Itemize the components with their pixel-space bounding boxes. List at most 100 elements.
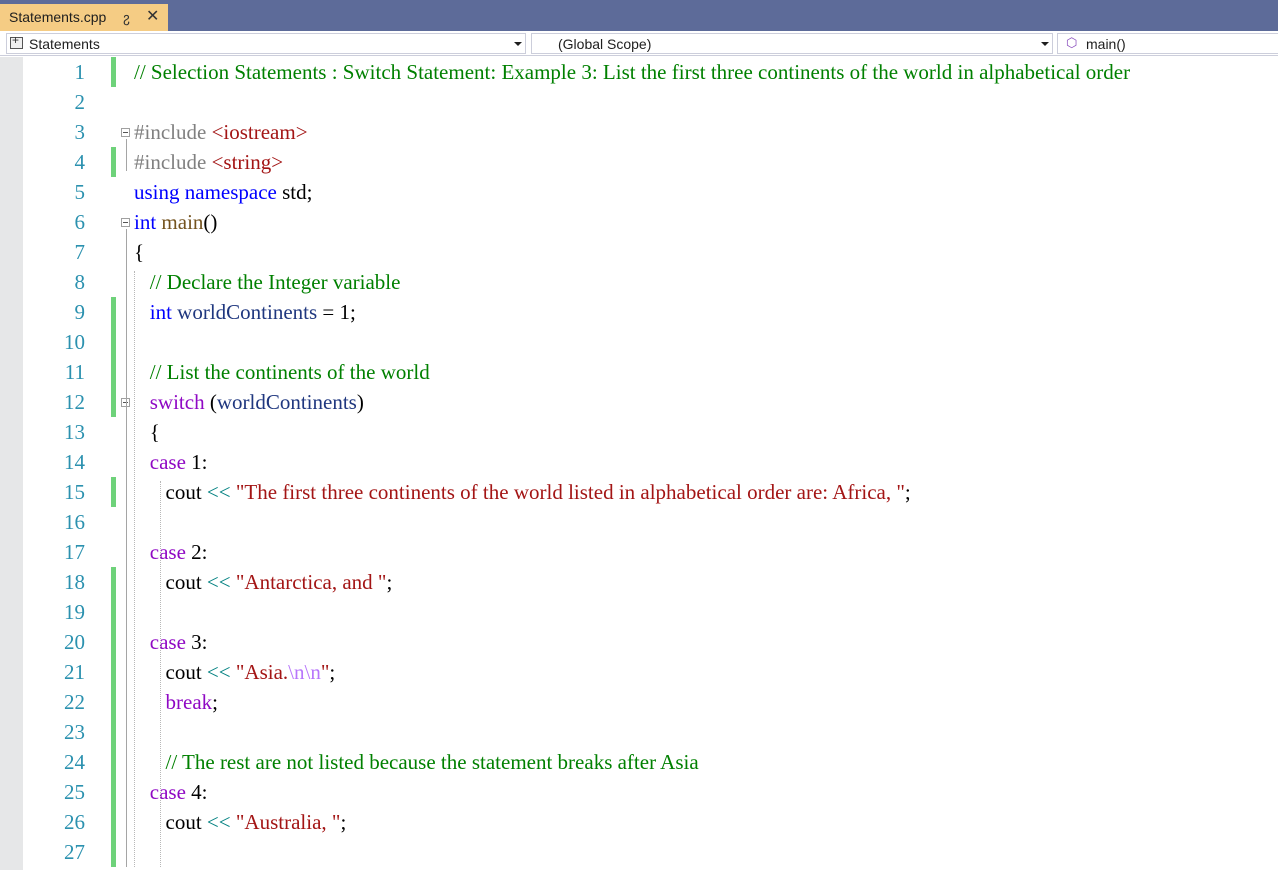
change-marker <box>111 147 116 177</box>
outline-guide <box>126 139 127 171</box>
code-token: ) <box>356 390 364 414</box>
line-number: 18 <box>64 570 85 594</box>
change-marker <box>111 297 116 327</box>
project-dropdown[interactable]: Statements <box>6 33 526 54</box>
code-line[interactable]: case 4: <box>134 777 1278 807</box>
line-number: 23 <box>64 720 85 744</box>
line-number: 1 <box>74 60 86 84</box>
change-marker <box>111 357 116 387</box>
line-number: 7 <box>74 240 86 264</box>
code-editor[interactable]: 1 2 3 4 5 6 7 8 9 10 11 12 13 14 15 16 17 18 19 20 21 22 23 24 2… <box>0 57 1278 870</box>
change-marker <box>111 477 116 507</box>
change-marker <box>111 597 116 627</box>
code-line[interactable]: // The rest are not listed because the s… <box>134 747 1278 777</box>
code-line[interactable] <box>134 717 1278 747</box>
code-token: // List the continents of the world <box>149 360 430 384</box>
outline-guide <box>126 229 127 867</box>
member-dropdown[interactable]: ⬡ main() <box>1057 33 1278 54</box>
code-line[interactable] <box>134 507 1278 537</box>
pin-icon[interactable]: ⴧ <box>123 8 130 26</box>
code-line[interactable]: // Declare the Integer variable <box>134 267 1278 297</box>
line-number: 24 <box>64 750 85 774</box>
change-marker <box>111 387 116 417</box>
chevron-down-icon <box>1041 42 1049 46</box>
line-number: 25 <box>64 780 85 804</box>
code-line[interactable]: cout << "Australia, "; <box>134 807 1278 837</box>
code-token: \n\n <box>288 660 321 684</box>
code-line[interactable]: { <box>134 237 1278 267</box>
code-line[interactable]: int worldContinents = 1; <box>134 297 1278 327</box>
collapse-icon[interactable] <box>121 128 130 137</box>
line-number: 17 <box>64 540 85 564</box>
code-line[interactable]: cout << "Asia.\n\n"; <box>134 657 1278 687</box>
code-token: ( <box>204 390 217 414</box>
code-token: main <box>161 210 204 234</box>
code-token: #include <box>134 150 212 174</box>
code-line[interactable]: #include <iostream> <box>134 117 1278 147</box>
code-token: "Australia, " <box>235 810 341 834</box>
collapse-icon[interactable] <box>121 218 130 227</box>
code-token: <iostream> <box>211 120 308 144</box>
code-line[interactable]: case 1: <box>134 447 1278 477</box>
navigation-bar: Statements (Global Scope) ⬡ main() <box>0 31 1278 56</box>
code-token: "Antarctica, and " <box>235 570 387 594</box>
code-token: switch <box>149 390 205 414</box>
code-line[interactable]: case 2: <box>134 537 1278 567</box>
code-token: ; <box>329 660 336 684</box>
code-line[interactable]: break; <box>134 687 1278 717</box>
line-number: 19 <box>64 600 85 624</box>
line-number: 8 <box>74 270 86 294</box>
line-number: 9 <box>74 300 86 324</box>
line-number: 11 <box>64 360 85 384</box>
code-line[interactable] <box>134 837 1278 867</box>
change-marker <box>111 657 116 687</box>
code-line[interactable] <box>134 327 1278 357</box>
code-line[interactable]: cout << "The first three continents of t… <box>134 477 1278 507</box>
line-number: 14 <box>64 450 85 474</box>
change-marker <box>111 837 116 867</box>
close-icon[interactable]: ✕ <box>146 6 159 26</box>
line-number: 26 <box>64 810 85 834</box>
code-token: case <box>149 450 186 474</box>
line-number: 15 <box>64 480 85 504</box>
code-token: << <box>206 810 231 834</box>
project-name: Statements <box>29 36 100 52</box>
code-line[interactable]: { <box>134 417 1278 447</box>
scope-dropdown[interactable]: (Global Scope) <box>531 33 1053 54</box>
code-token: ; <box>340 810 347 834</box>
code-line[interactable]: using namespace std; <box>134 177 1278 207</box>
tab-statements-cpp[interactable]: Statements.cpp ⴧ ✕ <box>0 4 168 31</box>
code-token: worldContinents <box>177 300 318 324</box>
code-token: // The rest are not listed because the s… <box>165 750 699 774</box>
code-token: "The first three continents of the world… <box>235 480 905 504</box>
line-number: 21 <box>64 660 85 684</box>
code-line[interactable]: // List the continents of the world <box>134 357 1278 387</box>
code-token: ; <box>386 570 393 594</box>
code-token: case <box>149 630 186 654</box>
member-name: main() <box>1086 36 1126 52</box>
line-number: 3 <box>74 120 86 144</box>
code-token: cout <box>134 810 207 834</box>
code-token: // Declare the Integer variable <box>149 270 401 294</box>
code-line[interactable]: cout << "Antarctica, and "; <box>134 567 1278 597</box>
change-marker <box>111 717 116 747</box>
code-token: "Asia. <box>235 660 289 684</box>
code-line[interactable]: switch (worldContinents) <box>134 387 1278 417</box>
document-tab-strip: Statements.cpp ⴧ ✕ <box>0 0 1278 31</box>
code-line[interactable] <box>134 87 1278 117</box>
code-line[interactable] <box>134 597 1278 627</box>
change-marker <box>111 747 116 777</box>
code-line[interactable]: case 3: <box>134 627 1278 657</box>
code-line[interactable]: // Selection Statements : Switch Stateme… <box>134 57 1278 87</box>
change-marker <box>111 687 116 717</box>
code-token: std; <box>282 180 313 204</box>
code-line[interactable]: #include <string> <box>134 147 1278 177</box>
line-number: 20 <box>64 630 85 654</box>
code-line[interactable]: int main() <box>134 207 1278 237</box>
change-marker <box>111 57 116 87</box>
